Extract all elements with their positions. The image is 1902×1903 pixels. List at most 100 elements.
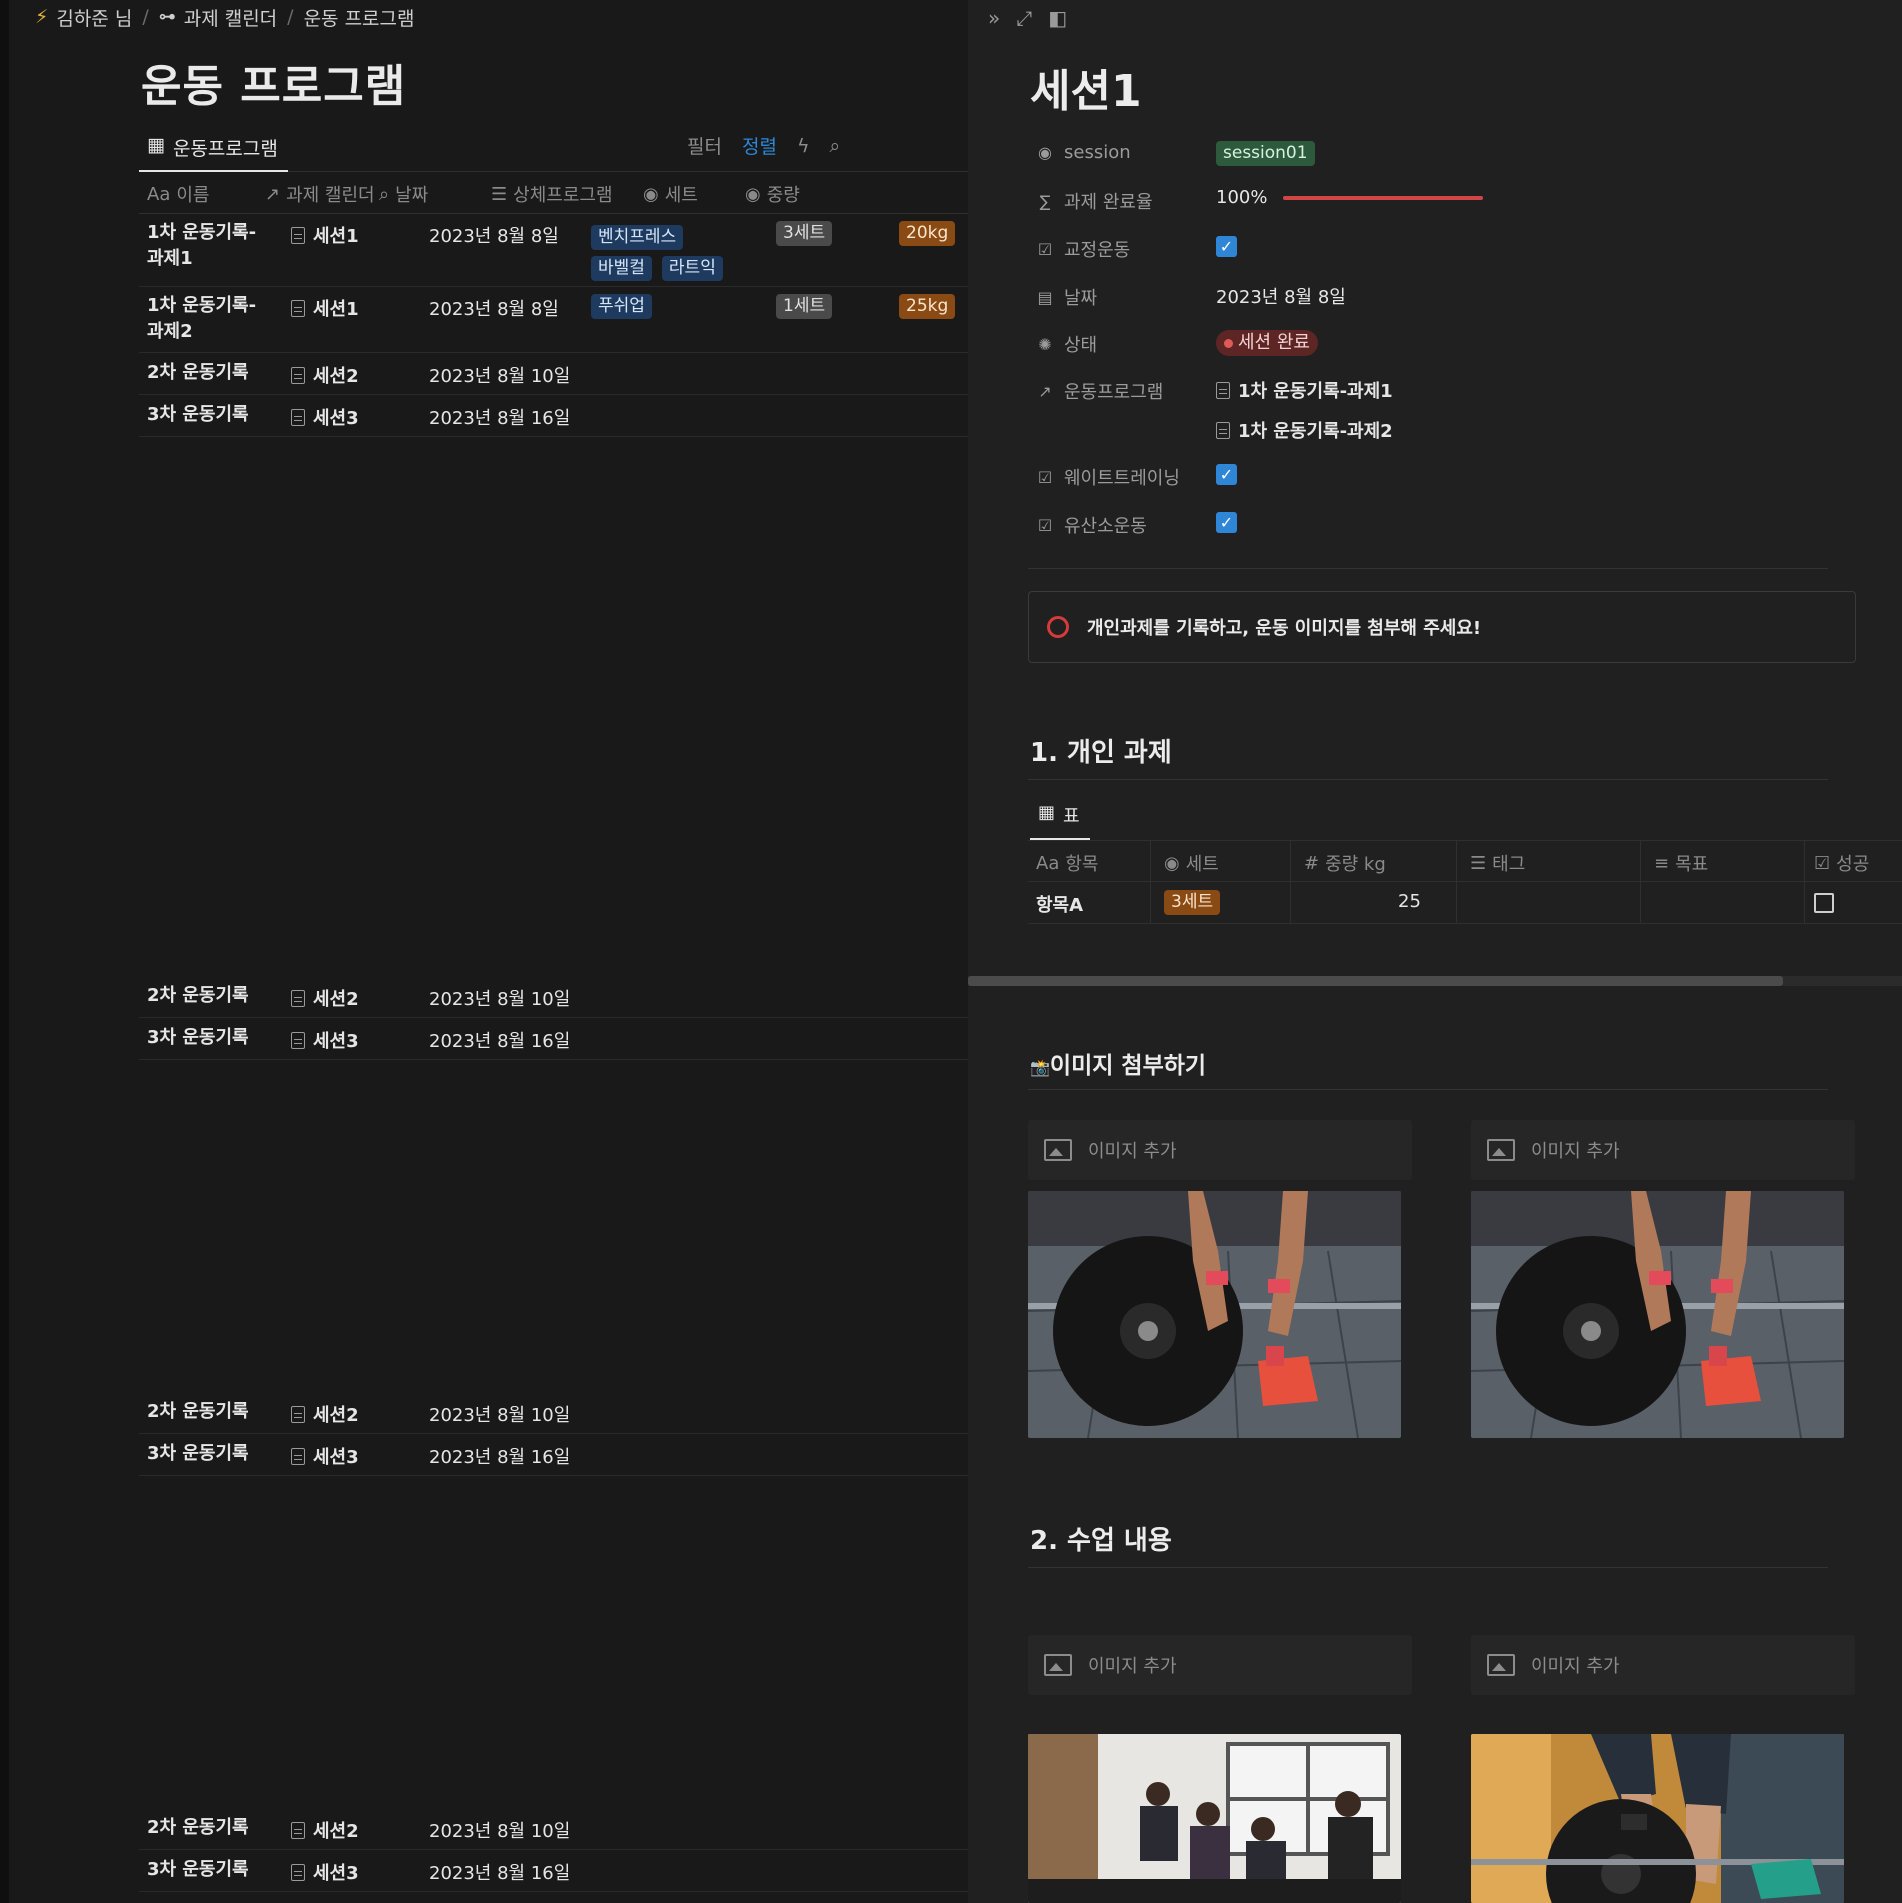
column-sets[interactable]: ◉ 세트 <box>643 181 698 207</box>
table-row[interactable]: 2차 운동기록 세션2 2023년 8월 10일 <box>139 353 977 395</box>
select-icon: ◉ <box>1164 852 1180 874</box>
row-sets: 3세트 <box>776 221 842 246</box>
barbell-photo[interactable] <box>1471 1191 1844 1438</box>
gym-class-photo[interactable] <box>1028 1734 1401 1903</box>
page-icon <box>291 1821 305 1839</box>
table-row[interactable]: 3차 운동기록 세션3 2023년 8월 16일 <box>139 1018 977 1060</box>
table-row[interactable]: 1차 운동기록-과제2 세션1 2023년 8월 8일 푸쉬업 1세트 25kg <box>139 287 977 353</box>
row-name[interactable]: 3차 운동기록 <box>147 1857 287 1883</box>
property-status[interactable]: ✺ 상태 세션 완료 <box>1036 327 1836 357</box>
row-session[interactable]: 세션1 <box>291 295 359 321</box>
breadcrumb-calendar[interactable]: 과제 캘린더 <box>184 4 277 31</box>
row-name[interactable]: 1차 운동기록-과제2 <box>147 293 267 345</box>
database-page: ⚡ 김하준 님 / ⊶ 과제 캘린더 / 운동 프로그램 운동 프로그램 ▦ 운… <box>0 0 977 1903</box>
property-date[interactable]: ▤ 날짜 2023년 8월 8일 <box>1036 280 1836 310</box>
filter-button[interactable]: 필터 <box>687 132 722 159</box>
page-title[interactable]: 세션1 <box>1030 55 1142 119</box>
row-name[interactable]: 2차 운동기록 <box>147 1815 287 1841</box>
row-session[interactable]: 세션3 <box>291 1027 359 1053</box>
automation-icon[interactable]: ϟ <box>797 135 810 157</box>
related-page-link[interactable]: 1차 운동기록-과제1 <box>1216 377 1393 403</box>
row-name[interactable]: 1차 운동기록-과제1 <box>147 220 267 272</box>
corrective-checkbox[interactable]: ✓ <box>1216 236 1237 257</box>
row-session[interactable]: 세션2 <box>291 1401 359 1427</box>
page-icon <box>291 226 305 244</box>
breadcrumb-user[interactable]: 김하준 님 <box>56 4 132 31</box>
column-detail-program[interactable]: ☰ 상체프로그램 <box>491 181 613 207</box>
breadcrumb-separator: / <box>287 6 294 28</box>
column-goal[interactable]: ≡ 목표 <box>1654 850 1708 876</box>
row-date: 2023년 8월 10일 <box>429 989 571 1010</box>
column-sets[interactable]: ◉ 세트 <box>1164 850 1219 876</box>
column-success[interactable]: ☑ 성공 <box>1814 850 1869 876</box>
column-tag[interactable]: ☰ 태그 <box>1470 850 1525 876</box>
add-image-button[interactable]: 이미지 추가 <box>1028 1120 1412 1180</box>
column-item[interactable]: Aa 항목 <box>1036 850 1098 876</box>
expand-icon[interactable]: ⤢ <box>1016 6 1032 30</box>
table-row[interactable]: 3차 운동기록 세션3 2023년 8월 16일 <box>139 1850 977 1892</box>
weight-training-checkbox[interactable]: ✓ <box>1216 464 1237 485</box>
add-image-button[interactable]: 이미지 추가 <box>1471 1635 1855 1695</box>
row-name[interactable]: 3차 운동기록 <box>147 1025 287 1051</box>
property-program[interactable]: ↗ 운동프로그램 1차 운동기록-과제1 1차 운동기록-과제2 <box>1036 374 1836 444</box>
row-name[interactable]: 2차 운동기록 <box>147 1399 287 1425</box>
completion-value: 100% <box>1216 187 1268 208</box>
row-tags: 벤치프레스바벨컬 라트익 <box>591 221 741 283</box>
select-icon: ◉ <box>643 183 659 205</box>
scrollbar-thumb[interactable] <box>968 976 1783 986</box>
table-row[interactable]: 2차 운동기록 세션2 2023년 8월 10일 <box>139 1392 977 1434</box>
table-row[interactable]: 2차 운동기록 세션2 2023년 8월 10일 <box>139 976 977 1018</box>
peek-mode-icon[interactable]: ◧ <box>1048 6 1067 30</box>
table-row[interactable]: 항목A 3세트 25 <box>1028 882 1902 924</box>
sort-button[interactable]: 정렬 <box>742 132 777 159</box>
callout[interactable]: 개인과제를 기록하고, 운동 이미지를 첨부해 주세요! <box>1028 591 1856 663</box>
row-name[interactable]: 2차 운동기록 <box>147 360 287 386</box>
column-weight[interactable]: # 중량 kg <box>1304 850 1386 876</box>
tab-table[interactable]: ▦ 표 <box>1030 796 1090 840</box>
row-session[interactable]: 세션3 <box>291 1859 359 1885</box>
search-icon[interactable]: ⌕ <box>829 135 840 157</box>
barbell-photo[interactable] <box>1028 1191 1401 1438</box>
aerobic-checkbox[interactable]: ✓ <box>1216 512 1237 533</box>
table-row[interactable]: 3차 운동기록 세션3 2023년 8월 16일 <box>139 1434 977 1476</box>
row-session[interactable]: 세션2 <box>291 362 359 388</box>
row-name[interactable]: 2차 운동기록 <box>147 983 287 1009</box>
property-session[interactable]: ◉ session session01 <box>1036 138 1836 168</box>
table-row[interactable]: 3차 운동기록 세션3 2023년 8월 16일 <box>139 395 977 437</box>
row-name[interactable]: 3차 운동기록 <box>147 402 287 428</box>
peek-toolbar: » ⤢ ◧ <box>988 6 1067 30</box>
row-name[interactable]: 3차 운동기록 <box>147 1441 287 1467</box>
property-corrective[interactable]: ☑ 교정운동 ✓ <box>1036 232 1836 262</box>
success-checkbox[interactable] <box>1814 893 1834 913</box>
breadcrumb-page[interactable]: 운동 프로그램 <box>304 4 415 31</box>
weight-tag: 25kg <box>899 294 956 319</box>
row-sets: 1세트 <box>776 294 842 319</box>
row-weight: 25kg <box>899 294 965 319</box>
row-session[interactable]: 세션2 <box>291 1817 359 1843</box>
tab-table-view[interactable]: ▦ 운동프로그램 <box>139 128 288 172</box>
property-weight-training[interactable]: ☑ 웨이트트레이닝 ✓ <box>1036 460 1836 490</box>
column-date[interactable]: ⌕ 날짜 <box>379 181 428 207</box>
table-row[interactable]: 1차 운동기록-과제1 세션1 2023년 8월 8일 벤치프레스바벨컬 라트익 … <box>139 214 977 287</box>
row-session[interactable]: 세션1 <box>291 222 359 248</box>
column-weight[interactable]: ◉ 중량 <box>745 181 800 207</box>
property-completion[interactable]: ∑ 과제 완료율 100% <box>1036 184 1836 214</box>
property-aerobic[interactable]: ☑ 유산소운동 ✓ <box>1036 508 1836 538</box>
text-type-icon: Aa <box>1036 852 1060 874</box>
table-row[interactable]: 2차 운동기록 세션2 2023년 8월 10일 <box>139 1808 977 1850</box>
close-peek-icon[interactable]: » <box>988 6 1000 30</box>
row-session[interactable]: 세션3 <box>291 404 359 430</box>
column-name[interactable]: Aa 이름 <box>147 181 209 207</box>
add-image-button[interactable]: 이미지 추가 <box>1471 1120 1855 1180</box>
row-item[interactable]: 항목A <box>1036 891 1083 917</box>
related-page-link[interactable]: 1차 운동기록-과제2 <box>1216 417 1393 443</box>
row-session[interactable]: 세션3 <box>291 1443 359 1469</box>
horizontal-scrollbar[interactable] <box>968 976 1902 986</box>
row-session[interactable]: 세션2 <box>291 985 359 1011</box>
image-icon <box>1044 1139 1072 1161</box>
row-date: 2023년 8월 16일 <box>429 1863 571 1884</box>
column-calendar[interactable]: ↗ 과제 캘린더 <box>265 181 375 207</box>
add-image-button[interactable]: 이미지 추가 <box>1028 1635 1412 1695</box>
barbell-lift-photo[interactable] <box>1471 1734 1844 1903</box>
dumbbell-icon: ⊶ <box>158 7 176 27</box>
